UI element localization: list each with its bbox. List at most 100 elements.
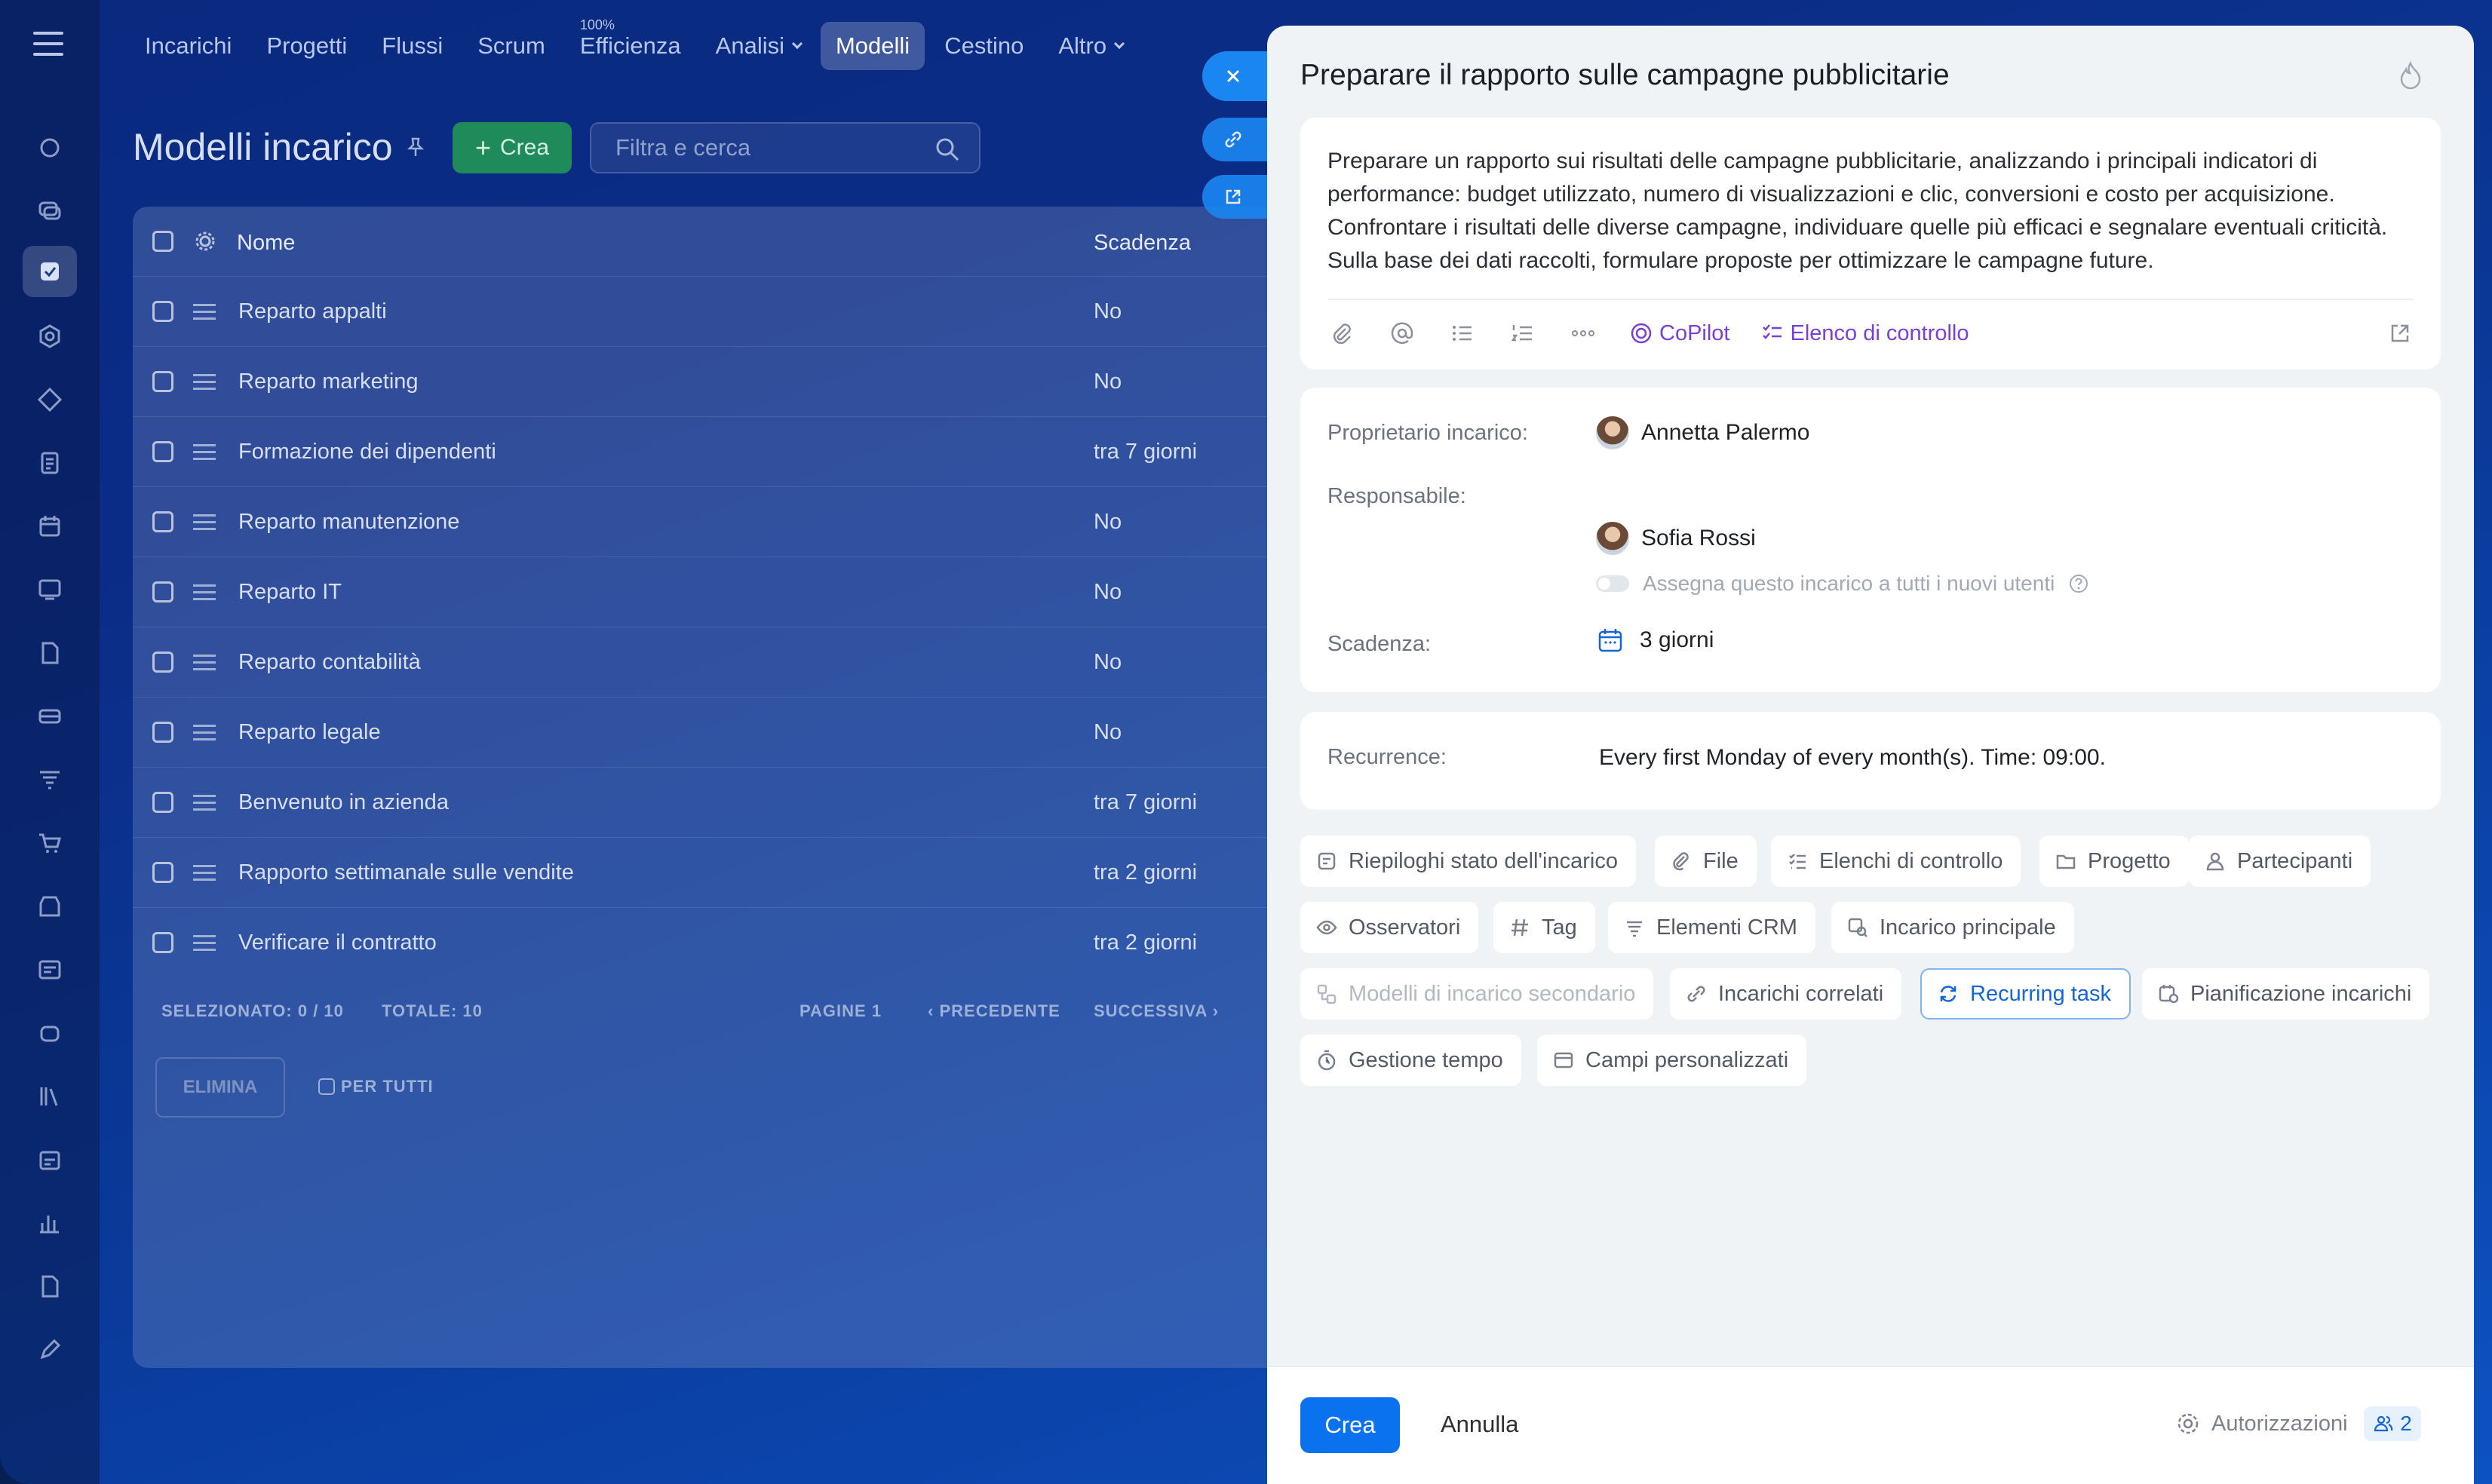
mention-button[interactable] (1388, 319, 1416, 348)
sidebar-item-inbox[interactable] (23, 691, 77, 742)
create-template-button[interactable]: + Crea (453, 122, 572, 173)
row-checkbox[interactable] (152, 581, 173, 602)
responsible-field[interactable]: Sofia Rossi (1596, 522, 1756, 555)
row-name[interactable]: Rapporto settimanale sulle vendite (238, 860, 574, 885)
chip-checklists[interactable]: Elenchi di controllo (1771, 836, 2021, 887)
sidebar-item-analytics[interactable] (23, 1197, 77, 1249)
table-row[interactable]: Reparto marketing No (133, 346, 1355, 416)
drag-handle-icon[interactable] (193, 865, 216, 885)
filter-search-input[interactable]: Filtra e cerca (590, 122, 981, 173)
more-button[interactable] (1569, 319, 1597, 348)
prev-page-link[interactable]: ‹ PRECEDENTE (928, 1001, 1060, 1021)
pin-icon[interactable] (404, 136, 427, 158)
row-checkbox[interactable] (152, 932, 173, 953)
row-name[interactable]: Reparto contabilità (238, 650, 421, 675)
row-name[interactable]: Verificare il contratto (238, 931, 437, 955)
row-checkbox[interactable] (152, 301, 173, 322)
nav-tab-efficienza[interactable]: 100% Efficienza (565, 17, 696, 70)
drag-handle-icon[interactable] (193, 444, 216, 465)
nav-tab-cestino[interactable]: Cestino (929, 22, 1039, 70)
sidebar-item-planner[interactable] (23, 1134, 77, 1185)
table-row[interactable]: Reparto IT No (133, 556, 1355, 627)
row-name[interactable]: Reparto IT (238, 580, 342, 605)
table-row[interactable]: Reparto legale No (133, 697, 1355, 767)
chip-parent-task[interactable]: Incarico principale (1831, 902, 2074, 953)
sidebar-item-activity[interactable] (23, 122, 77, 173)
drag-handle-icon[interactable] (193, 795, 216, 815)
next-page-link[interactable]: SUCCESSIVA › (1094, 1001, 1219, 1021)
description-text[interactable]: Preparare un rapporto sui risultati dell… (1327, 145, 2414, 277)
copilot-button[interactable]: CoPilot (1629, 321, 1730, 346)
chip-task-status-summary[interactable]: Riepiloghi stato dell'incarico (1300, 836, 1636, 887)
sidebar-item-boards[interactable] (23, 564, 77, 615)
chip-time-tracking[interactable]: Gestione tempo (1300, 1035, 1521, 1086)
table-row[interactable]: Formazione dei dipendenti tra 7 giorni (133, 416, 1355, 486)
nav-tab-modelli[interactable]: Modelli (820, 22, 925, 70)
sidebar-item-groups[interactable] (23, 311, 77, 362)
nav-tab-progetti[interactable]: Progetti (251, 22, 362, 70)
sidebar-item-calendar[interactable] (23, 501, 77, 552)
owner-field[interactable]: Annetta Palermo (1596, 416, 1809, 449)
drag-handle-icon[interactable] (193, 514, 216, 535)
deadline-field[interactable]: 3 giorni (1596, 626, 1714, 655)
chip-project[interactable]: Progetto (2039, 836, 2189, 887)
copy-link-button[interactable] (1202, 118, 1275, 161)
chip-related-tasks[interactable]: Incarichi correlati (1670, 968, 1902, 1019)
permissions-count-badge[interactable]: 2 (2364, 1406, 2421, 1441)
table-row[interactable]: Benvenuto in azienda tra 7 giorni (133, 767, 1355, 837)
drag-handle-icon[interactable] (193, 655, 216, 675)
chip-subtask-templates[interactable]: Modelli di incarico secondario (1300, 968, 1654, 1019)
menu-icon[interactable] (33, 32, 63, 57)
row-checkbox[interactable] (152, 511, 173, 532)
sidebar-item-sites[interactable] (23, 944, 77, 995)
row-checkbox[interactable] (152, 792, 173, 813)
chip-crm-items[interactable]: Elementi CRM (1608, 902, 1815, 953)
chip-recurring-task[interactable]: Recurring task (1920, 968, 2131, 1019)
sidebar-item-edit[interactable] (23, 1324, 77, 1375)
recurrence-card[interactable]: Recurrence: Every first Monday of every … (1300, 712, 2441, 810)
checklist-button[interactable]: Elenco di controllo (1760, 321, 1969, 346)
chip-task-planning[interactable]: Pianificazione incarichi (2142, 968, 2430, 1019)
chip-custom-fields[interactable]: Campi personalizzati (1537, 1035, 1807, 1086)
chip-tags[interactable]: Tag (1493, 902, 1595, 953)
help-icon[interactable] (2068, 573, 2089, 594)
create-button[interactable]: Crea (1300, 1397, 1400, 1453)
table-row[interactable]: Verificare il contratto tra 2 giorni (133, 907, 1355, 977)
drag-handle-icon[interactable] (193, 584, 216, 605)
attach-button[interactable] (1327, 319, 1356, 348)
row-name[interactable]: Reparto legale (238, 720, 381, 745)
permissions-button[interactable]: Autorizzazioni (2175, 1411, 2348, 1436)
chip-files[interactable]: File (1655, 836, 1757, 887)
row-checkbox[interactable] (152, 862, 173, 883)
close-panel-button[interactable] (1202, 51, 1275, 101)
cancel-button[interactable]: Annulla (1441, 1411, 1518, 1438)
sidebar-item-store[interactable] (23, 881, 77, 932)
table-row[interactable]: Reparto appalti No (133, 276, 1355, 346)
row-name[interactable]: Formazione dei dipendenti (238, 440, 496, 465)
row-name[interactable]: Reparto manutenzione (238, 510, 459, 535)
chip-observers[interactable]: Osservatori (1300, 902, 1479, 953)
flame-icon[interactable] (2397, 60, 2424, 90)
chip-participants[interactable]: Partecipanti (2189, 836, 2371, 887)
nav-tab-flussi[interactable]: Flussi (367, 22, 458, 70)
row-name[interactable]: Reparto marketing (238, 369, 419, 394)
table-row[interactable]: Reparto contabilità No (133, 627, 1355, 697)
select-all-checkbox[interactable] (152, 231, 173, 252)
column-due-header[interactable]: Scadenza (1094, 231, 1191, 256)
column-name-header[interactable]: Nome (237, 231, 295, 256)
sidebar-item-files[interactable] (23, 627, 77, 679)
table-row[interactable]: Reparto manutenzione No (133, 486, 1355, 556)
drag-handle-icon[interactable] (193, 304, 216, 324)
table-row[interactable]: Rapporto settimanale sulle vendite tra 2 … (133, 837, 1355, 907)
drag-handle-icon[interactable] (193, 725, 216, 745)
for-all-checkbox[interactable]: PER TUTTI (318, 1077, 434, 1096)
nav-tab-scrum[interactable]: Scrum (462, 22, 560, 70)
row-checkbox[interactable] (152, 722, 173, 743)
bullet-list-button[interactable] (1448, 319, 1477, 348)
sidebar-item-knowledge[interactable] (23, 1071, 77, 1122)
numbered-list-button[interactable] (1508, 319, 1537, 348)
assign-all-toggle[interactable] (1596, 575, 1629, 592)
nav-tab-analisi[interactable]: Analisi (701, 22, 816, 70)
delete-button[interactable]: ELIMINA (155, 1057, 285, 1118)
gear-icon[interactable] (193, 229, 217, 253)
